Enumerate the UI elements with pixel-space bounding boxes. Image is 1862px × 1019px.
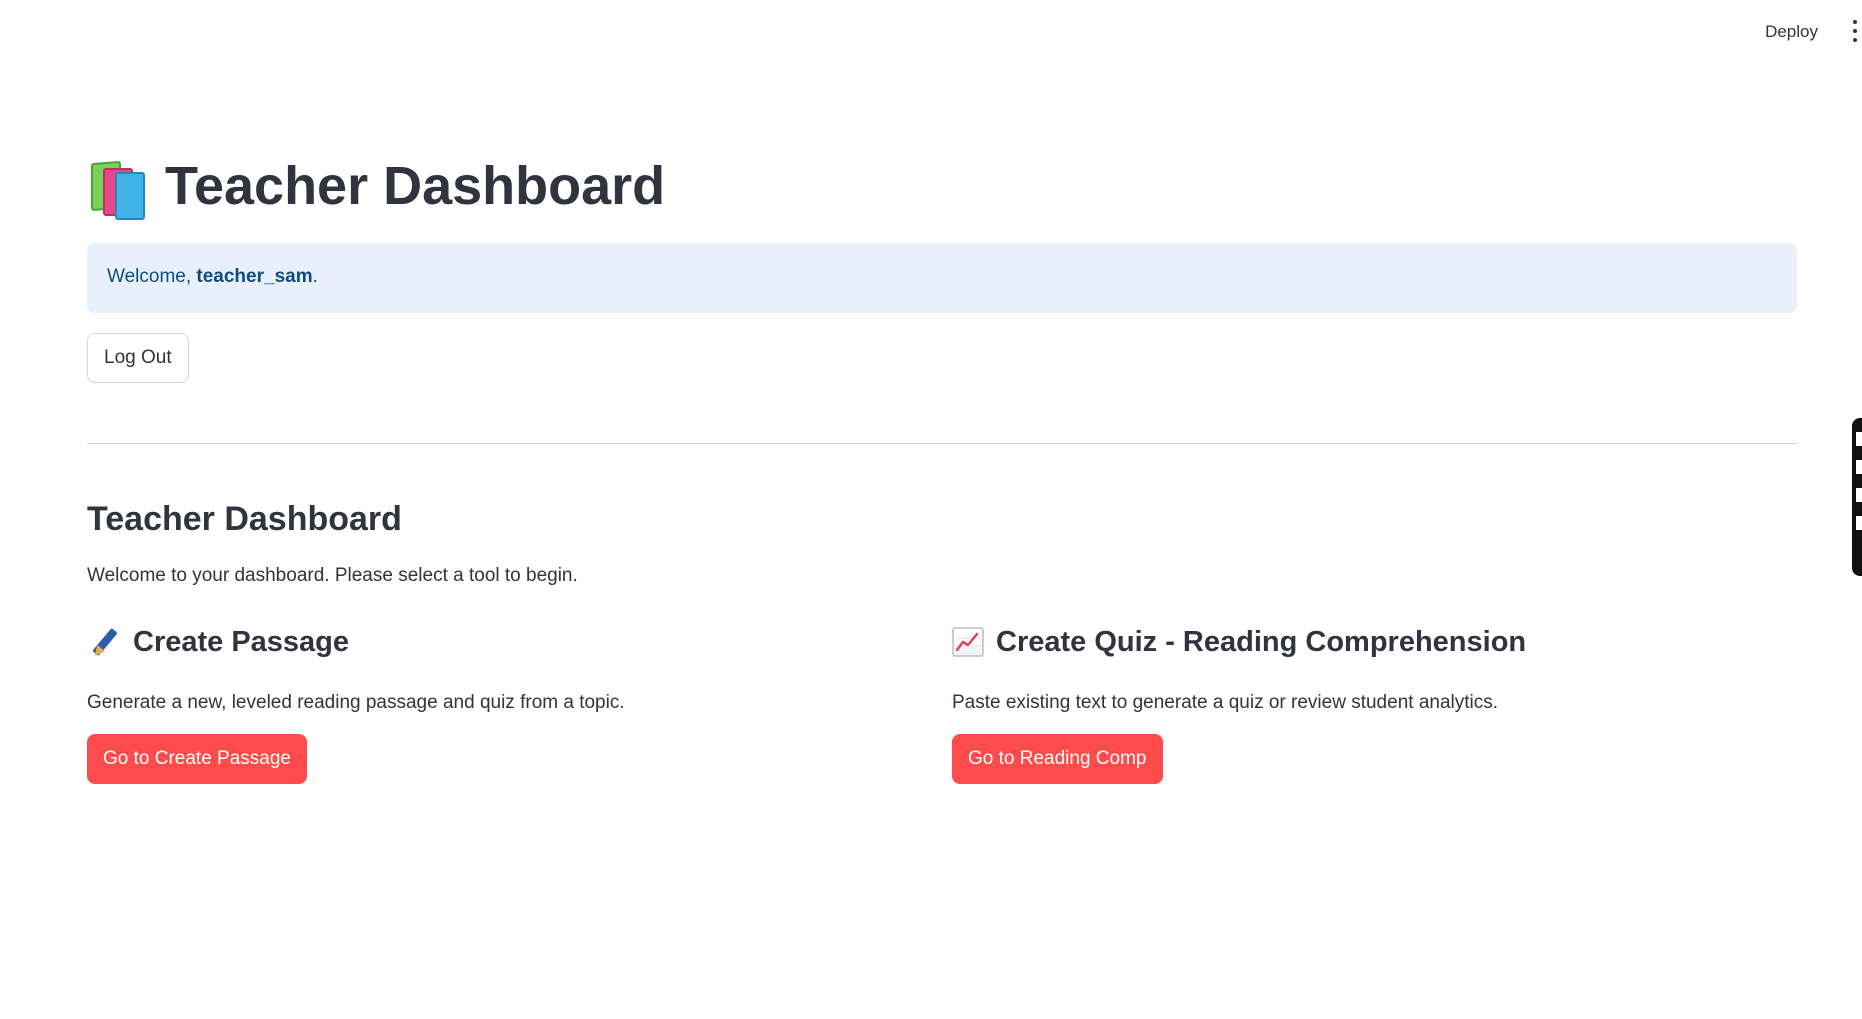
tool-title-create-passage: Create Passage	[133, 625, 350, 658]
section-description: Welcome to your dashboard. Please select…	[87, 565, 578, 586]
tool-card-create-passage: Create Passage Generate a new, leveled r…	[87, 620, 907, 784]
welcome-suffix: .	[312, 266, 318, 287]
tool-card-reading-comp: Create Quiz - Reading Comprehension Past…	[952, 620, 1772, 784]
deploy-button[interactable]: Deploy	[1759, 18, 1824, 46]
tool-description-create-passage: Generate a new, leveled reading passage …	[87, 692, 625, 713]
welcome-prefix: Welcome,	[107, 266, 197, 287]
kebab-vertical-icon[interactable]	[1850, 20, 1860, 42]
page-title: Teacher Dashboard	[165, 156, 666, 216]
page-header: Teacher Dashboard	[87, 156, 666, 220]
go-to-create-passage-button[interactable]: Go to Create Passage	[87, 734, 307, 784]
pen-icon	[87, 625, 121, 660]
books-icon	[87, 158, 147, 220]
top-toolbar: Deploy	[0, 0, 1862, 60]
username: teacher_sam	[196, 266, 313, 287]
tool-description-reading-comp: Paste existing text to generate a quiz o…	[952, 692, 1499, 713]
chart-increasing-icon	[952, 627, 984, 657]
side-toolbar-widget[interactable]	[1852, 418, 1862, 576]
log-out-button[interactable]: Log Out	[87, 333, 189, 383]
tool-title-reading-comp: Create Quiz - Reading Comprehension	[996, 625, 1527, 658]
section-title: Teacher Dashboard	[87, 500, 402, 538]
divider	[87, 443, 1797, 444]
go-to-reading-comp-button[interactable]: Go to Reading Comp	[952, 734, 1163, 784]
welcome-info-box: Welcome, teacher_sam.	[87, 243, 1797, 313]
